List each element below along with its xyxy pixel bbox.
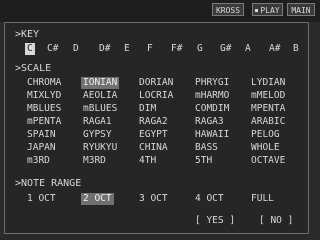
scale-option[interactable]: mPENTA (27, 116, 61, 128)
scale-option[interactable]: mMELOD (251, 90, 285, 102)
key-option-e[interactable]: E (124, 43, 130, 55)
key-section-label: >KEY (15, 29, 40, 40)
play-button[interactable]: PLAY (252, 3, 283, 16)
scale-option[interactable]: RAGA1 (83, 116, 112, 128)
scale-option[interactable]: RAGA2 (139, 116, 168, 128)
key-option-g[interactable]: G (197, 43, 203, 55)
key-option-a[interactable]: A (245, 43, 251, 55)
scale-option[interactable]: DIM (139, 103, 156, 115)
scale-option[interactable]: MBLUES (27, 103, 61, 115)
kross-button[interactable]: KROSS (212, 3, 244, 16)
scale-option[interactable]: CHROMA (27, 77, 61, 89)
play-indicator-icon (255, 9, 259, 12)
scale-option[interactable]: PELOG (251, 129, 280, 141)
scale-option[interactable]: m3RD (27, 155, 50, 167)
note-range-section-label: >NOTE RANGE (15, 178, 82, 189)
scale-option[interactable]: 5TH (195, 155, 212, 167)
scale-option[interactable]: MIXLYD (27, 90, 61, 102)
note-range-option[interactable]: 1 OCT (27, 193, 56, 205)
scale-option[interactable]: 4TH (139, 155, 156, 167)
key-option-asharp[interactable]: A# (269, 43, 280, 55)
scale-option[interactable]: mBLUES (83, 103, 117, 115)
scale-option[interactable]: COMDIM (195, 103, 229, 115)
key-option-c[interactable]: C (25, 43, 35, 55)
scale-option[interactable]: ARABIC (251, 116, 285, 128)
scale-option[interactable]: WHOLE (251, 142, 280, 154)
no-button[interactable]: [ NO ] (259, 215, 293, 226)
note-range-option[interactable]: FULL (251, 193, 274, 205)
scale-option[interactable]: BASS (195, 142, 218, 154)
play-label: PLAY (260, 6, 280, 15)
scale-option[interactable]: mHARMO (195, 90, 229, 102)
scale-option[interactable]: MPENTA (251, 103, 285, 115)
scale-option[interactable]: DORIAN (139, 77, 173, 89)
scale-option[interactable]: RAGA3 (195, 116, 224, 128)
note-range-option[interactable]: 4 OCT (195, 193, 224, 205)
key-option-dsharp[interactable]: D# (99, 43, 110, 55)
scale-option[interactable]: JAPAN (27, 142, 56, 154)
key-option-d[interactable]: D (73, 43, 79, 55)
key-option-f[interactable]: F (147, 43, 153, 55)
yes-button[interactable]: [ YES ] (195, 215, 235, 226)
scale-option[interactable]: HAWAII (195, 129, 229, 141)
note-range-option[interactable]: 3 OCT (139, 193, 168, 205)
scale-option[interactable]: M3RD (83, 155, 106, 167)
scale-settings-panel: >KEY C C# D D# E F F# G G# A A# B >SCALE… (4, 22, 309, 234)
note-range-option-selected[interactable]: 2 OCT (81, 193, 114, 205)
scale-option[interactable]: EGYPT (139, 129, 168, 141)
scale-option[interactable]: LOCRIA (139, 90, 173, 102)
key-option-b[interactable]: B (293, 43, 299, 55)
scale-option-selected[interactable]: IONIAN (81, 77, 120, 89)
scale-option[interactable]: CHINA (139, 142, 168, 154)
scale-section-label: >SCALE (15, 63, 52, 74)
scale-option[interactable]: SPAIN (27, 129, 56, 141)
scale-option[interactable]: OCTAVE (251, 155, 285, 167)
key-option-gsharp[interactable]: G# (220, 43, 231, 55)
top-bar: KROSS PLAY MAIN (0, 0, 320, 22)
key-option-fsharp[interactable]: F# (171, 43, 182, 55)
main-button[interactable]: MAIN (287, 3, 315, 16)
scale-option[interactable]: GYPSY (83, 129, 112, 141)
scale-option[interactable]: AEOLIA (83, 90, 117, 102)
scale-option[interactable]: LYDIAN (251, 77, 285, 89)
scale-option[interactable]: PHRYGI (195, 77, 229, 89)
key-option-csharp[interactable]: C# (47, 43, 58, 55)
scale-option[interactable]: RYUKYU (83, 142, 117, 154)
